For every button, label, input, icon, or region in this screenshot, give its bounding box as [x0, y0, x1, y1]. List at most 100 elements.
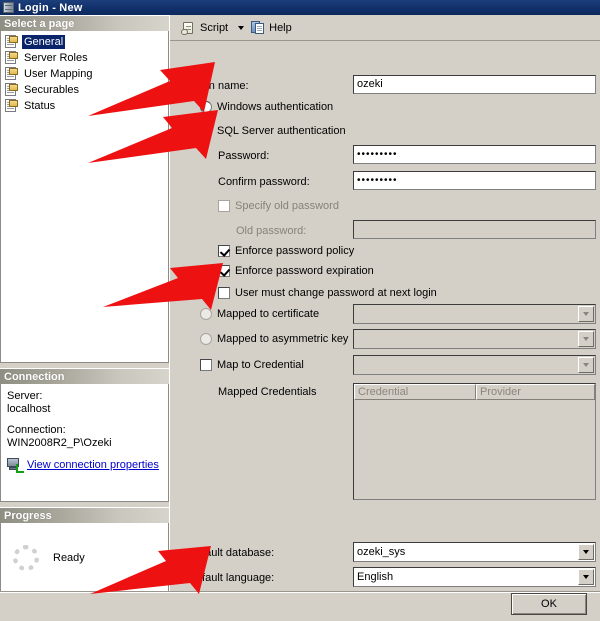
user-must-change-password-checkbox[interactable]: User must change password at next login [218, 287, 437, 299]
confirm-password-input[interactable]: ••••••••• [353, 171, 596, 190]
password-label: Password: [218, 150, 270, 162]
login-name-label: Login name: [188, 80, 249, 92]
radio-indicator [200, 101, 212, 113]
mapped-to-certificate-combobox[interactable] [353, 304, 596, 324]
mapped-credentials-row: Mapped Credentials [218, 386, 316, 398]
help-document-icon [251, 20, 265, 35]
page-list: General Server Roles User Mapping Secura… [1, 31, 168, 113]
sidebar-item-label: Server Roles [24, 51, 88, 64]
mapped-credentials-grid[interactable]: Credential Provider [353, 383, 596, 500]
connection-label: Connection: [7, 424, 66, 436]
view-connection-properties-row[interactable]: View connection properties [7, 458, 162, 473]
mapped-credentials-label: Mapped Credentials [218, 386, 317, 398]
sidebar-item-securables[interactable]: Securables [5, 82, 168, 97]
radio-indicator [200, 333, 212, 345]
connection-properties-icon [7, 458, 24, 473]
map-to-credential-checkbox[interactable]: Map to Credential [200, 359, 304, 371]
chevron-down-icon[interactable] [578, 331, 594, 347]
default-database-value: ozeki_sys [357, 546, 406, 558]
windows-authentication-label: Windows authentication [217, 101, 334, 113]
map-to-credential-label: Map to Credential [217, 359, 304, 371]
sidebar-item-status[interactable]: Status [5, 98, 168, 113]
script-button-label: Script [200, 21, 229, 34]
radio-indicator [200, 308, 212, 320]
checkbox-indicator [218, 287, 230, 299]
form-body: Login name: ozeki Windows authentication… [170, 42, 600, 591]
help-button-label: Help [269, 21, 292, 34]
view-connection-properties-link[interactable]: View connection properties [27, 459, 159, 471]
grid-column-credential[interactable]: Credential [354, 384, 476, 400]
default-language-value: English [357, 571, 394, 583]
server-icon [3, 2, 14, 13]
page-list-panel: General Server Roles User Mapping Secura… [0, 31, 169, 363]
title-bar: Login - New [0, 0, 600, 15]
toolbar: Script Help [170, 15, 600, 41]
old-password-label: Old password: [236, 225, 307, 237]
server-value: localhost [7, 403, 51, 415]
script-button[interactable]: Script [178, 18, 231, 38]
connection-header: Connection [0, 368, 169, 384]
chevron-down-icon[interactable] [238, 25, 245, 30]
windows-authentication-radio[interactable]: Windows authentication [200, 101, 333, 113]
help-button[interactable]: Help [248, 18, 295, 38]
specify-old-password-checkbox[interactable]: Specify old password [218, 200, 339, 212]
connection-panel: Server: localhost Connection: WIN2008R2_… [0, 384, 169, 502]
bottom-separator [0, 591, 600, 593]
checkbox-indicator [218, 200, 230, 212]
form-area: Script Help Login name: ozeki Windows au… [169, 15, 600, 591]
map-to-credential-combobox[interactable] [353, 355, 596, 375]
sidebar-item-server-roles[interactable]: Server Roles [5, 50, 168, 65]
sidebar-item-user-mapping[interactable]: User Mapping [5, 66, 168, 81]
default-language-combobox[interactable]: English [353, 567, 596, 587]
chevron-down-icon[interactable] [578, 544, 594, 560]
sidebar-item-label: Securables [24, 83, 80, 96]
old-password-row: Old password: [236, 225, 306, 237]
sidebar-item-label: General [22, 34, 66, 49]
grid-column-provider[interactable]: Provider [476, 384, 595, 400]
sidebar-item-label: User Mapping [24, 67, 93, 80]
login-new-dialog: Login - New Select a page General Server… [0, 0, 600, 621]
sidebar-item-general[interactable]: General [5, 34, 168, 49]
chevron-down-icon[interactable] [578, 357, 594, 373]
progress-header: Progress [0, 507, 169, 523]
select-page-header: Select a page [0, 15, 169, 31]
checkbox-indicator [218, 265, 230, 277]
ok-button[interactable]: OK [511, 593, 587, 615]
checkbox-indicator [200, 359, 212, 371]
enforce-password-expiration-checkbox[interactable]: Enforce password expiration [218, 265, 374, 277]
mapped-to-asymmetric-key-label: Mapped to asymmetric key [217, 333, 349, 345]
sql-server-authentication-radio[interactable]: SQL Server authentication [200, 125, 346, 137]
sidebar: Select a page General Server Roles User … [0, 15, 169, 593]
mapped-to-certificate-radio[interactable]: Mapped to certificate [200, 308, 319, 320]
server-label: Server: [7, 390, 43, 402]
chevron-down-icon[interactable] [578, 569, 594, 585]
mapped-to-asymmetric-key-combobox[interactable] [353, 329, 596, 349]
default-database-label: Default database: [188, 547, 275, 559]
password-row: Password: [218, 150, 269, 162]
user-must-change-password-label: User must change password at next login [235, 287, 437, 299]
password-input[interactable]: ••••••••• [353, 145, 596, 164]
chevron-down-icon[interactable] [578, 306, 594, 322]
default-language-label: Default language: [188, 572, 275, 584]
mapped-to-certificate-label: Mapped to certificate [217, 308, 320, 320]
mapped-to-asymmetric-key-radio[interactable]: Mapped to asymmetric key [200, 333, 348, 345]
confirm-password-label: Confirm password: [218, 176, 310, 188]
old-password-input[interactable] [353, 220, 596, 239]
login-name-input[interactable]: ozeki [353, 75, 596, 94]
page-icon [5, 83, 19, 96]
connection-value: WIN2008R2_P\Ozeki [7, 437, 112, 449]
default-language-row: Default language: [188, 572, 274, 584]
window-title: Login - New [18, 1, 83, 14]
default-database-combobox[interactable]: ozeki_sys [353, 542, 596, 562]
specify-old-password-label: Specify old password [235, 200, 339, 212]
progress-spinner-icon [13, 544, 39, 571]
checkbox-indicator [218, 245, 230, 257]
progress-panel: Ready [0, 523, 169, 593]
radio-indicator [200, 125, 212, 137]
enforce-password-policy-checkbox[interactable]: Enforce password policy [218, 245, 354, 257]
sidebar-item-label: Status [24, 99, 56, 112]
default-database-row: Default database: [188, 547, 274, 559]
page-icon [5, 35, 19, 48]
sql-server-authentication-label: SQL Server authentication [217, 125, 346, 137]
progress-status: Ready [53, 551, 85, 564]
